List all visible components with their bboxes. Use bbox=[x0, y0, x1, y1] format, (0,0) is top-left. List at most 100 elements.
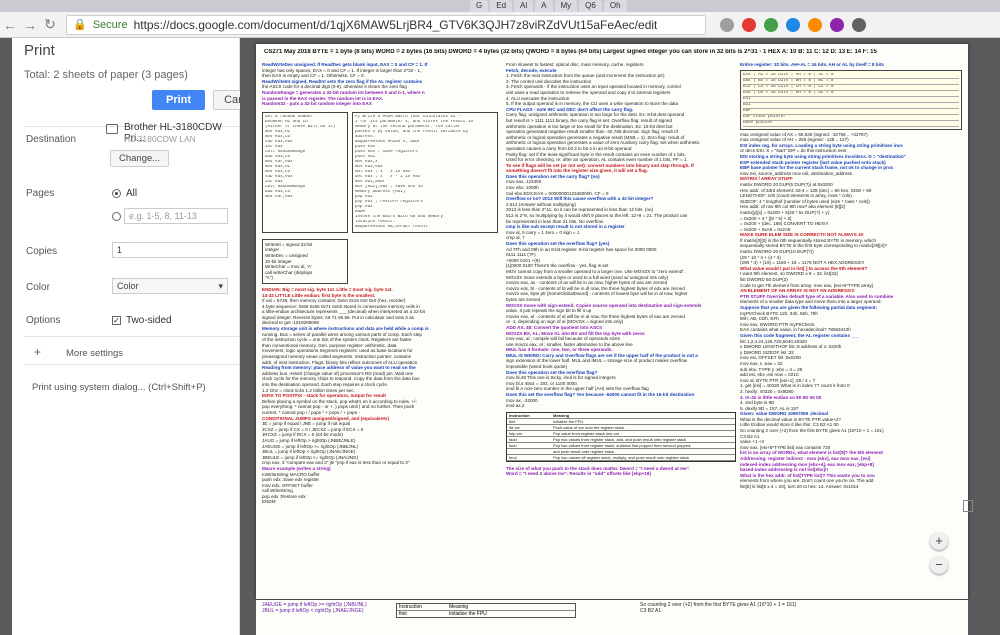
table-cell: Pop two values off register stack, multi… bbox=[553, 454, 690, 460]
note-line: imul ax,2 bbox=[506, 403, 525, 409]
divider bbox=[24, 336, 239, 337]
preview-page-next: JAEUGE = jump if leftOp >= rightOp (JNB/… bbox=[256, 600, 968, 635]
adblock-icon[interactable] bbox=[742, 17, 756, 32]
preview-page: CS271 May 2018 BYTE = 1 byte (8 bits) WO… bbox=[256, 44, 968, 599]
color-select[interactable]: Color ▾ bbox=[112, 278, 228, 294]
note-line: list[6] is list[5 x 4 = 20], turn 20 to … bbox=[740, 484, 859, 489]
two-sided-label: Two-sided bbox=[126, 315, 172, 326]
chevron-down-icon: ▾ bbox=[218, 280, 223, 291]
note-block: The size of what you push to the stack d… bbox=[506, 466, 736, 477]
zoom-in-icon[interactable]: + bbox=[930, 532, 948, 550]
notes-column-left: ReadWriteDec unsigned. If ReadDec gets b… bbox=[262, 62, 502, 592]
register-title: Entire register: 32 bits. AH+AL = 16 bit… bbox=[740, 62, 884, 67]
tab-bar: G Ed Al A My Q6 Oh bbox=[0, 0, 1000, 12]
register-table: EAX | AX = 16 bits | AH = 8 | AL = 8 EBX … bbox=[740, 69, 962, 130]
pages-custom-radio[interactable] bbox=[112, 212, 121, 221]
print-settings-panel: Print Total: 2 sheets of paper (3 pages)… bbox=[12, 38, 270, 635]
browser-tab[interactable]: A bbox=[535, 0, 553, 12]
destination-label: Destination bbox=[26, 134, 77, 145]
extension-icon[interactable] bbox=[830, 17, 844, 32]
note-line: Word = "I need 2 above me". Results in "… bbox=[506, 471, 651, 477]
extension-icon[interactable] bbox=[786, 17, 800, 32]
copies-input[interactable]: 1 bbox=[112, 242, 228, 258]
note-block: ReadWriteDec unsigned. If ReadDec gets b… bbox=[262, 62, 502, 107]
change-destination-button[interactable]: Change... bbox=[110, 150, 170, 167]
table-cell: fmul bbox=[509, 454, 517, 460]
print-button[interactable]: Print bbox=[152, 90, 206, 110]
extension-icon[interactable] bbox=[764, 17, 778, 32]
note-line: "A") bbox=[265, 275, 273, 281]
browser-tab[interactable]: Q6 bbox=[579, 0, 602, 12]
macro-example-box: A) Write a MASM macro that calculates x2… bbox=[352, 111, 498, 233]
browser-tab[interactable]: Al bbox=[514, 0, 534, 12]
pages-all-label: All bbox=[126, 188, 138, 199]
color-label: Color bbox=[26, 282, 50, 293]
note-block: ENDIAN: Big = most sig. byte 1st. Little… bbox=[262, 287, 502, 505]
table-cell: and push result onto register stack bbox=[553, 448, 615, 454]
secure-label: Secure bbox=[92, 18, 128, 31]
print-title: Print bbox=[24, 42, 55, 59]
more-settings-link[interactable]: More settings bbox=[66, 348, 123, 359]
table-header: Instruction bbox=[399, 604, 423, 610]
url-input[interactable]: 🔒 Secure https://docs.google.com/documen… bbox=[66, 14, 706, 35]
table-row: fmul Pop two values off register stack, m… bbox=[507, 455, 735, 461]
notes-column-right: Entire register: 32 bits. AH+AL = 16 bit… bbox=[740, 62, 962, 592]
table-cell: fstp var bbox=[509, 430, 523, 436]
pages-label: Pages bbox=[26, 188, 55, 199]
note-line: mSquareMinus 68,OFFSET result bbox=[355, 224, 428, 229]
note-block: Get a random number between Hi and LO (eit… bbox=[262, 109, 502, 236]
table-cell: fld var bbox=[509, 424, 520, 430]
pages-all-radio[interactable] bbox=[112, 189, 121, 198]
browser-tab[interactable]: Ed bbox=[490, 0, 513, 12]
fpu-instruction-table: Instruction Meaning finit Initialize the FP… bbox=[506, 411, 736, 462]
sheet-count: Total: 2 sheets of paper (3 pages) bbox=[24, 69, 188, 81]
note-line: C3 B2 A1 bbox=[640, 608, 662, 614]
extension-icon[interactable] bbox=[808, 17, 822, 32]
system-dialog-link[interactable]: Print using system dialog... (Ctrl+Shift… bbox=[32, 382, 206, 393]
note-line: ENDM bbox=[262, 499, 276, 505]
table-row: Instruction Meaning bbox=[397, 604, 575, 611]
note-line: JBUL = jump if leftOp < rightOp (JNAE/JN… bbox=[262, 608, 364, 614]
back-icon[interactable]: ← bbox=[0, 15, 20, 35]
table-header: Meaning bbox=[449, 604, 469, 610]
table-cell: Pop value from register stack into var bbox=[553, 430, 620, 436]
notes-column-middle: From slowest to fastest: optical disc, m… bbox=[506, 62, 736, 592]
note-line: So counting 2 over (+2) from the first B… bbox=[640, 602, 797, 608]
table-header: Meaning bbox=[553, 412, 570, 418]
zoom-out-icon[interactable]: − bbox=[930, 556, 948, 574]
note-block: From slowest to fastest: optical disc, m… bbox=[506, 62, 736, 409]
note-block: JAEUGE = jump if leftOp >= rightOp (JNB/… bbox=[262, 602, 367, 614]
lock-icon: 🔒 bbox=[73, 19, 87, 31]
table-cell: finit bbox=[399, 611, 407, 617]
table-cell: Initialize the FPU bbox=[449, 611, 487, 617]
register-row: base pointer bbox=[743, 121, 959, 127]
address-bar: ← → ↻ 🔒 Secure https://docs.google.com/d… bbox=[0, 12, 1000, 38]
extension-toolbar bbox=[720, 17, 866, 32]
table-row: finit Initialize the FPU bbox=[397, 611, 575, 617]
browser-tab[interactable]: Oh bbox=[603, 0, 627, 12]
table-cell: finit bbox=[509, 418, 516, 424]
forward-icon[interactable]: → bbox=[20, 15, 40, 35]
url-text: https://docs.google.com/document/d/1qjX6… bbox=[133, 17, 658, 32]
browser-tab[interactable]: G bbox=[470, 0, 489, 12]
table-cell bbox=[507, 449, 551, 454]
two-sided-checkbox[interactable]: ✓ bbox=[112, 316, 121, 325]
star-icon[interactable] bbox=[720, 17, 734, 32]
table-cell: Push value of var onto the register stac… bbox=[553, 424, 625, 430]
note-block: max unsigned value of AX = 65,535 (signe… bbox=[740, 132, 962, 490]
table-cell: fsub bbox=[509, 442, 517, 448]
tab-strip: G Ed Al A My Q6 Oh bbox=[470, 0, 627, 12]
printer-subtitle: HL-3180CDW LAN bbox=[124, 134, 196, 144]
printer-icon bbox=[106, 124, 118, 134]
page-header: CS271 May 2018 BYTE = 1 byte (8 bits) WO… bbox=[264, 49, 877, 55]
table-header: Instruction bbox=[509, 412, 530, 418]
menu-icon[interactable] bbox=[852, 17, 866, 32]
fit-to-page-icon[interactable] bbox=[963, 500, 973, 512]
reload-icon[interactable]: ↻ bbox=[40, 15, 60, 35]
copies-label: Copies bbox=[26, 246, 58, 257]
plus-icon[interactable]: + bbox=[34, 345, 41, 359]
note-line: Random32 - puts a 32-bit random integer … bbox=[262, 101, 372, 107]
note-line: mov var,eax bbox=[265, 194, 293, 199]
pages-range-input[interactable]: e.g. 1-5, 8, 11-13 bbox=[124, 208, 228, 224]
browser-tab[interactable]: My bbox=[554, 0, 578, 12]
